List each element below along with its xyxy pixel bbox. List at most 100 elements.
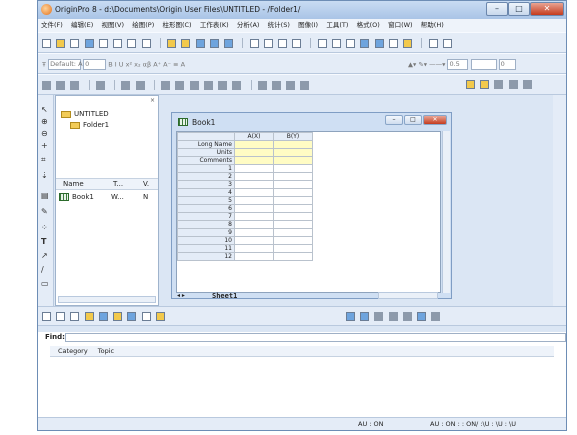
- new-function-icon[interactable]: [127, 38, 137, 48]
- graph-tool-16-icon[interactable]: [300, 80, 310, 90]
- rectangle-tool-icon[interactable]: ▭: [41, 279, 49, 288]
- explorer-hscroll[interactable]: [58, 296, 156, 303]
- 3d-wire-icon[interactable]: [402, 312, 412, 321]
- fill-color-combo[interactable]: [470, 59, 497, 70]
- column-plot-icon[interactable]: [84, 312, 94, 321]
- menu-statistics[interactable]: 统计(S): [265, 19, 293, 32]
- minimize-button[interactable]: –: [486, 2, 508, 16]
- menu-plot[interactable]: 绘图(P): [129, 19, 157, 32]
- cell[interactable]: [273, 148, 313, 157]
- line-style-combo[interactable]: ——▾: [429, 61, 445, 69]
- row-header[interactable]: 1: [177, 164, 235, 173]
- 3d-ribbon-icon[interactable]: [417, 312, 427, 321]
- cell[interactable]: [273, 164, 313, 173]
- find-input[interactable]: [65, 333, 566, 342]
- menu-help[interactable]: 帮助(H): [418, 19, 447, 32]
- cell[interactable]: [273, 244, 313, 253]
- graph-tool-2-icon[interactable]: [56, 80, 66, 90]
- cell[interactable]: [234, 148, 274, 157]
- graph-tool-13-icon[interactable]: [257, 80, 267, 90]
- arrow-tool-icon[interactable]: ↗: [41, 251, 48, 260]
- cell[interactable]: [273, 252, 313, 261]
- col-type[interactable]: T...: [113, 180, 123, 188]
- graph-tool-4-icon[interactable]: [95, 80, 105, 90]
- new-layout-icon[interactable]: [113, 38, 123, 48]
- line-plot-icon[interactable]: [42, 312, 51, 321]
- graph-tool-12-icon[interactable]: [232, 80, 242, 90]
- menu-file[interactable]: 文件(F): [38, 19, 66, 32]
- cell[interactable]: [234, 172, 274, 181]
- area-plot-icon[interactable]: [127, 312, 137, 321]
- copy-icon[interactable]: [442, 38, 452, 48]
- draw-data-icon[interactable]: ✎: [41, 207, 48, 216]
- menu-image[interactable]: 图像(I): [295, 19, 321, 32]
- graph-tool-14-icon[interactable]: [271, 80, 281, 90]
- graph-tool-3-icon[interactable]: [70, 80, 80, 90]
- line-symbol-plot-icon[interactable]: [70, 312, 80, 321]
- menu-analysis[interactable]: 分析(A): [234, 19, 263, 32]
- pen-icon[interactable]: ✎▾: [418, 61, 427, 69]
- cell[interactable]: [273, 172, 313, 181]
- superscript-button[interactable]: x²: [126, 61, 132, 69]
- template-library-icon[interactable]: [155, 312, 165, 321]
- graph-tool-11-icon[interactable]: [218, 80, 228, 90]
- open-template-icon[interactable]: [181, 38, 191, 48]
- tools-2-icon[interactable]: [480, 80, 490, 89]
- tools-4-icon[interactable]: [508, 80, 518, 89]
- import-icon[interactable]: [224, 38, 234, 48]
- row-header[interactable]: 5: [177, 196, 235, 205]
- line-color-icon[interactable]: ▲▾: [408, 61, 416, 69]
- graph-tool-5-icon[interactable]: [121, 80, 131, 90]
- data-selector-icon[interactable]: ⇣: [41, 171, 48, 180]
- cell[interactable]: [234, 212, 274, 221]
- category-column[interactable]: Category: [58, 347, 88, 355]
- import-multiple-icon[interactable]: [263, 38, 273, 48]
- increase-font-button[interactable]: A⁺: [153, 61, 161, 69]
- graph-tool-1-icon[interactable]: [42, 80, 51, 90]
- print-icon[interactable]: [292, 38, 302, 48]
- new-matrix-icon[interactable]: [98, 38, 108, 48]
- text-tool-icon[interactable]: T: [41, 237, 46, 246]
- 3d-scatter-icon[interactable]: [388, 312, 398, 321]
- zoom-in-icon[interactable]: ⊕: [41, 117, 48, 126]
- cell[interactable]: [273, 220, 313, 229]
- cell[interactable]: [234, 180, 274, 189]
- 3d-bar-icon[interactable]: [374, 312, 384, 321]
- row-header[interactable]: 10: [177, 236, 235, 245]
- row-header[interactable]: 6: [177, 204, 235, 213]
- corner-cell[interactable]: [177, 132, 235, 141]
- explorer-close-icon[interactable]: ×: [150, 97, 155, 104]
- cell[interactable]: [234, 228, 274, 237]
- data-reader-icon[interactable]: ⌗: [41, 155, 46, 165]
- new-project-icon[interactable]: [42, 38, 51, 48]
- new-folder-icon[interactable]: [56, 38, 66, 48]
- row-header[interactable]: 4: [177, 188, 235, 197]
- workbook-window[interactable]: Book1 – □ ✕ A(X) B(Y) Long Name Units Co…: [171, 112, 452, 300]
- bold-button[interactable]: B: [108, 61, 112, 69]
- cell[interactable]: [234, 196, 274, 205]
- menu-edit[interactable]: 编辑(E): [68, 19, 96, 32]
- sheet-tab[interactable]: Sheet1: [212, 292, 237, 300]
- cut-icon[interactable]: [428, 38, 438, 48]
- project-explorer-icon[interactable]: [374, 38, 384, 48]
- graph-tool-9-icon[interactable]: [189, 80, 199, 90]
- graph-tool-10-icon[interactable]: [203, 80, 213, 90]
- worksheet-vscroll[interactable]: [442, 131, 450, 293]
- graph-tool-6-icon[interactable]: [135, 80, 145, 90]
- cell[interactable]: [234, 164, 274, 173]
- close-button[interactable]: ✕: [530, 2, 564, 16]
- line-width-combo[interactable]: 0.5: [447, 59, 469, 70]
- cell[interactable]: [234, 252, 274, 261]
- fill-value-combo[interactable]: 0: [498, 59, 516, 70]
- explorer-folder1[interactable]: Folder1: [70, 121, 109, 129]
- book-maximize-button[interactable]: □: [404, 115, 422, 125]
- line-tool-icon[interactable]: ∕: [41, 265, 44, 274]
- font-combo[interactable]: Default: A: [48, 59, 83, 70]
- graph-tool-15-icon[interactable]: [286, 80, 296, 90]
- cell[interactable]: [273, 228, 313, 237]
- multi-curve-icon[interactable]: [98, 312, 108, 321]
- cell[interactable]: [273, 212, 313, 221]
- greek-button[interactable]: αβ: [143, 61, 151, 69]
- menu-format[interactable]: 格式(O): [354, 19, 383, 32]
- row-header[interactable]: 2: [177, 172, 235, 181]
